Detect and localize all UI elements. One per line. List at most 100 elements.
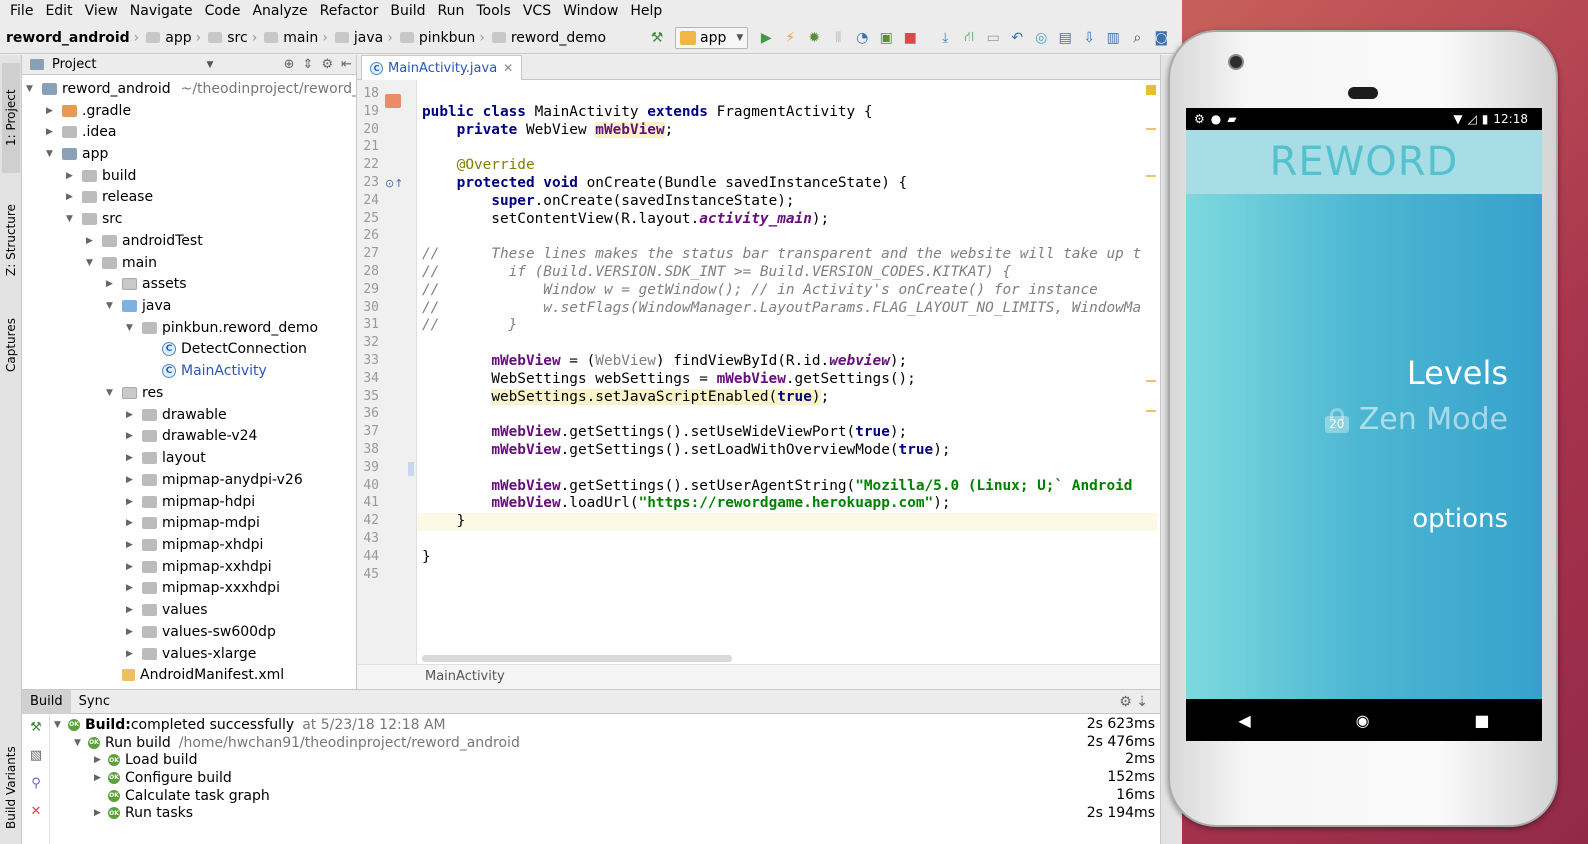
back-icon[interactable]: ◀ xyxy=(1238,711,1250,730)
chevron-right-icon[interactable]: ▶ xyxy=(126,475,138,485)
chevron-right-icon[interactable]: ▶ xyxy=(94,755,108,765)
tree-item[interactable]: ▼ res xyxy=(106,382,163,404)
apply-changes-icon[interactable]: ⚡ xyxy=(779,27,801,49)
chevron-down-icon[interactable]: ▼ xyxy=(206,60,213,70)
toggle-view-icon[interactable]: ▧ xyxy=(28,748,44,764)
code-line[interactable]: } xyxy=(417,513,1157,531)
code-line[interactable]: // These lines makes the status bar tran… xyxy=(422,246,1141,264)
code-line[interactable]: webSettings.setJavaScriptEnabled(true); xyxy=(422,388,829,407)
chevron-right-icon[interactable]: ▶ xyxy=(126,540,138,550)
tree-item[interactable]: ▶ values-sw600dp xyxy=(126,621,276,643)
options-button[interactable]: options xyxy=(1412,504,1508,534)
chevron-down-icon[interactable]: ▼ xyxy=(74,738,88,748)
chevron-right-icon[interactable]: ▶ xyxy=(126,410,138,420)
chevron-right-icon[interactable]: ▶ xyxy=(126,431,138,441)
code-line[interactable]: // if (Build.VERSION.SDK_INT >= Build.VE… xyxy=(422,264,1011,282)
tree-item[interactable]: ▶ mipmap-xhdpi xyxy=(126,534,263,556)
close-icon[interactable]: ✕ xyxy=(28,804,44,820)
chevron-right-icon[interactable]: ▶ xyxy=(126,627,138,637)
tree-item[interactable]: ▶ values xyxy=(126,599,208,621)
code-line[interactable]: @Override xyxy=(422,157,535,175)
chevron-right-icon[interactable]: ▶ xyxy=(66,171,78,181)
run-config-select[interactable]: app ▼ xyxy=(675,27,749,49)
menu-item-build[interactable]: Build xyxy=(384,0,431,22)
coverage-icon[interactable]: ▣ xyxy=(875,27,897,49)
download-icon[interactable]: ⇩ xyxy=(1078,27,1100,49)
tree-item[interactable]: ▶ layout xyxy=(126,447,206,469)
chevron-right-icon[interactable]: ▶ xyxy=(46,106,58,116)
tree-item[interactable]: ▶ mipmap-mdpi xyxy=(126,512,260,534)
collapse-all-icon[interactable]: ⇕ xyxy=(303,57,314,72)
warning-mark[interactable] xyxy=(1146,380,1156,382)
code-line[interactable]: } xyxy=(422,549,431,567)
chevron-right-icon[interactable]: ▶ xyxy=(94,773,108,783)
tree-item[interactable]: ▼ app xyxy=(46,143,108,165)
tree-item[interactable]: ▶ .idea xyxy=(46,121,116,143)
project-panel-title[interactable]: Project xyxy=(52,57,96,72)
tree-root-row[interactable]: ▼ reword_android ~/theodinproject/reword… xyxy=(26,78,356,100)
code-line[interactable]: super.onCreate(savedInstanceState); xyxy=(422,193,794,211)
warning-mark[interactable] xyxy=(1146,175,1156,177)
gear-icon[interactable]: ⚙ xyxy=(321,57,333,72)
tree-item[interactable]: C MainActivity xyxy=(162,360,267,382)
editor-breadcrumb[interactable]: MainActivity xyxy=(357,664,1160,689)
menu-item-refactor[interactable]: Refactor xyxy=(314,0,385,22)
code-area[interactable]: public class MainActivity extends Fragme… xyxy=(417,80,1157,664)
code-line[interactable]: // w.setFlags(WindowManager.LayoutParams… xyxy=(422,300,1141,318)
tree-item[interactable]: ▼ src xyxy=(66,208,122,230)
breadcrumb-item[interactable]: src › xyxy=(208,30,262,46)
tree-item[interactable]: ▶ assets xyxy=(106,273,187,295)
code-line[interactable]: // Window w = getWindow(); // in Activit… xyxy=(422,282,1098,300)
breadcrumb-item[interactable]: main › xyxy=(264,30,333,46)
breadcrumb-item[interactable]: pinkbun › xyxy=(399,30,490,46)
warning-mark[interactable] xyxy=(1146,410,1156,412)
chevron-right-icon[interactable]: ▶ xyxy=(126,605,138,615)
override-marker-icon[interactable]: ⊙↑ xyxy=(385,177,403,190)
build-step-row[interactable]: ▼ OK Run build/home/hwchan91/theodinprojec… xyxy=(74,734,520,752)
warning-mark[interactable] xyxy=(1146,128,1156,130)
tree-item[interactable]: ▶ mipmap-xxhdpi xyxy=(126,556,272,578)
code-line[interactable]: mWebView.getSettings().setLoadWithOvervi… xyxy=(422,442,950,460)
chevron-right-icon[interactable]: ▶ xyxy=(94,808,108,818)
chevron-down-icon[interactable]: ▼ xyxy=(106,388,118,398)
tab-structure[interactable]: Z: Structure xyxy=(2,185,20,295)
sync-icon[interactable]: ⤓ xyxy=(934,27,956,49)
tree-item[interactable]: ▶ mipmap-xxxhdpi xyxy=(126,578,280,600)
menu-item-analyze[interactable]: Analyze xyxy=(246,0,313,22)
avd-manager-icon[interactable]: ⛙ xyxy=(958,27,980,49)
menu-item-help[interactable]: Help xyxy=(624,0,668,22)
chevron-right-icon[interactable]: ▶ xyxy=(126,453,138,463)
sdk-manager-icon[interactable]: ▭ xyxy=(982,27,1004,49)
code-line[interactable]: mWebView.loadUrl("https://rewordgame.her… xyxy=(422,495,950,513)
chevron-down-icon[interactable]: ▼ xyxy=(26,84,38,94)
chevron-right-icon[interactable]: ▶ xyxy=(46,127,58,137)
chevron-right-icon[interactable]: ▶ xyxy=(126,583,138,593)
levels-button[interactable]: Levels xyxy=(1407,354,1508,392)
chevron-right-icon[interactable]: ▶ xyxy=(86,236,98,246)
horizontal-scrollbar[interactable] xyxy=(422,655,732,662)
menu-item-file[interactable]: File xyxy=(4,0,39,22)
tree-item[interactable]: ▼ java xyxy=(106,295,171,317)
chevron-right-icon[interactable]: ▶ xyxy=(126,518,138,528)
code-line[interactable]: // } xyxy=(422,317,517,335)
run-icon[interactable]: ▶ xyxy=(755,27,777,49)
pin-icon[interactable]: ⚲ xyxy=(28,776,44,792)
device-file-icon[interactable]: ▤ xyxy=(1054,27,1076,49)
attach-debugger-icon[interactable]: ⫴ xyxy=(827,27,849,49)
menu-item-vcs[interactable]: VCS xyxy=(517,0,557,22)
gear-icon[interactable]: ⚙ ⇣ xyxy=(1119,694,1148,710)
chevron-right-icon[interactable]: ▶ xyxy=(66,192,78,202)
tree-item[interactable]: ▶ drawable xyxy=(126,404,227,426)
chevron-right-icon[interactable]: ▶ xyxy=(126,562,138,572)
close-icon[interactable]: ✕ xyxy=(503,61,513,75)
code-line[interactable]: mWebView.getSettings().setUserAgentStrin… xyxy=(422,478,1132,496)
tree-item[interactable]: ▶ values-xlarge xyxy=(126,643,256,665)
scroll-from-source-icon[interactable]: ⊕ xyxy=(284,57,295,72)
error-stripe[interactable] xyxy=(1146,80,1158,664)
build-step-row[interactable]: OK Calculate task graph xyxy=(94,787,270,805)
home-icon[interactable]: ◉ xyxy=(1356,711,1370,730)
tab-main-activity[interactable]: C MainActivity.java ✕ xyxy=(361,55,523,80)
recents-icon[interactable]: ■ xyxy=(1474,711,1489,730)
tree-item[interactable]: ▼ pinkbun.reword_demo xyxy=(126,317,318,339)
chevron-right-icon[interactable]: ▶ xyxy=(126,497,138,507)
